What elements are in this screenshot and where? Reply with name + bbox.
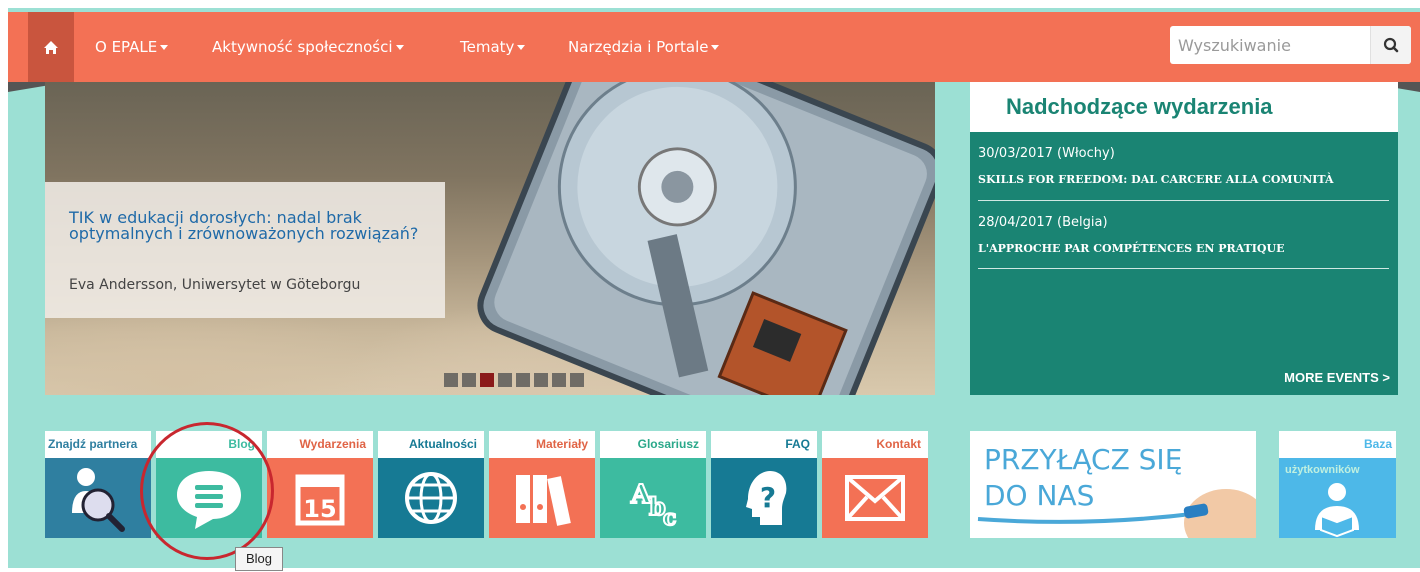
envelope-icon bbox=[845, 475, 905, 521]
tile-icon-bg bbox=[822, 458, 928, 538]
slider-dot[interactable] bbox=[444, 373, 458, 387]
hero-caption: TIK w edukacji dorosłych: nadal brak opt… bbox=[45, 182, 445, 318]
svg-text:c: c bbox=[663, 505, 676, 531]
home-icon bbox=[44, 40, 58, 54]
baza-label-line1: Baza bbox=[1363, 437, 1392, 451]
tile-label: Blog bbox=[156, 431, 262, 458]
tile-label: Kontakt bbox=[822, 431, 928, 458]
tile-aktualnosci[interactable]: Aktualności bbox=[378, 431, 484, 538]
slider-dot[interactable] bbox=[498, 373, 512, 387]
search-button[interactable] bbox=[1370, 26, 1411, 64]
nav-label: Tematy bbox=[460, 38, 515, 56]
tile-materialy[interactable]: Materiały bbox=[489, 431, 595, 538]
abc-icon: Abc bbox=[629, 479, 677, 532]
slider-dot[interactable] bbox=[534, 373, 548, 387]
upcoming-events-panel: Nadchodzące wydarzenia 30/03/2017 (Włoch… bbox=[970, 82, 1398, 395]
svg-text:15: 15 bbox=[303, 495, 336, 523]
event-link[interactable]: L'APPROCHE PAR COMPÉTENCES EN PRATIQUE bbox=[978, 242, 1284, 255]
nav-tematy[interactable]: Tematy bbox=[460, 12, 526, 82]
tile-glosariusz[interactable]: Glosariusz Abc bbox=[600, 431, 706, 538]
nav-o-epale[interactable]: O EPALE bbox=[95, 12, 169, 82]
tile-label: FAQ bbox=[711, 431, 817, 458]
event-link[interactable]: SKILLS FOR FREEDOM: DAL CARCERE ALLA COM… bbox=[978, 173, 1334, 186]
nav-label: Narzędzia i Portale bbox=[568, 38, 709, 56]
join-line1: PRZYŁĄCZ SIĘ bbox=[984, 443, 1182, 476]
nav-aktywnosc-spolecznosci[interactable]: Aktywność społeczności bbox=[212, 12, 404, 82]
tile-label: Znajdź partnera bbox=[45, 431, 151, 458]
join-us-banner[interactable]: PRZYŁĄCZ SIĘ DO NAS bbox=[970, 431, 1256, 538]
tile-label: Wydarzenia bbox=[267, 431, 373, 458]
caret-down-icon bbox=[160, 45, 169, 50]
nav-label: Aktywność społeczności bbox=[212, 38, 393, 56]
more-events-link[interactable]: MORE EVENTS > bbox=[1284, 370, 1390, 385]
hero-author: Eva Andersson, Uniwersytet w Göteborgu bbox=[69, 277, 361, 293]
hero-article-link[interactable]: TIK w edukacji dorosłych: nadal brak opt… bbox=[69, 210, 419, 242]
home-button[interactable] bbox=[28, 12, 74, 82]
slider-dots bbox=[444, 373, 584, 387]
user-database-tile[interactable]: Baza użytkowników bbox=[1279, 431, 1396, 538]
calendar-icon: 15 bbox=[295, 474, 345, 526]
search-box bbox=[1170, 26, 1411, 64]
tile-faq[interactable]: FAQ ? bbox=[711, 431, 817, 538]
caret-down-icon bbox=[517, 45, 526, 50]
tile-label: Glosariusz bbox=[600, 431, 706, 458]
tile-wydarzenia[interactable]: Wydarzenia 15 bbox=[267, 431, 373, 538]
hero-slider[interactable]: TIK w edukacji dorosłych: nadal brak opt… bbox=[45, 82, 935, 395]
tile-icon-bg: 15 bbox=[267, 458, 373, 538]
event-date: 28/04/2017 (Belgia) bbox=[978, 215, 1108, 230]
tile-icon-bg bbox=[45, 458, 151, 538]
events-title: Nadchodzące wydarzenia bbox=[1006, 94, 1273, 119]
reader-icon bbox=[1315, 483, 1359, 538]
nav-narzedzia-i-portale[interactable]: Narzędzia i Portale bbox=[568, 12, 720, 82]
tooltip: Blog bbox=[235, 547, 283, 571]
divider bbox=[978, 200, 1389, 201]
join-line2: DO NAS bbox=[984, 479, 1094, 512]
chat-bubble-icon bbox=[177, 471, 241, 529]
tile-label: Aktualności bbox=[378, 431, 484, 458]
slider-dot[interactable] bbox=[462, 373, 476, 387]
tile-kontakt[interactable]: Kontakt bbox=[822, 431, 928, 538]
tile-icon-bg: ? bbox=[711, 458, 817, 538]
tile-label: Materiały bbox=[489, 431, 595, 458]
events-header: Nadchodzące wydarzenia bbox=[970, 82, 1398, 132]
slider-dot[interactable] bbox=[516, 373, 530, 387]
tile-icon-bg: użytkowników bbox=[1279, 458, 1396, 538]
slider-dot[interactable] bbox=[570, 373, 584, 387]
binders-icon bbox=[516, 475, 571, 526]
tile-icon-bg: Abc bbox=[600, 458, 706, 538]
globe-icon bbox=[405, 472, 457, 524]
nav-label: O EPALE bbox=[95, 38, 158, 56]
find-partner-icon bbox=[72, 468, 125, 532]
tile-znajdz-partnera[interactable]: Znajdź partnera bbox=[45, 431, 151, 538]
slider-dot[interactable] bbox=[480, 373, 494, 387]
question-head-icon: ? bbox=[746, 471, 787, 525]
caret-down-icon bbox=[711, 45, 720, 50]
slider-dot[interactable] bbox=[552, 373, 566, 387]
divider bbox=[978, 268, 1389, 269]
tile-icon-bg bbox=[489, 458, 595, 538]
tile-icon-bg bbox=[378, 458, 484, 538]
search-icon bbox=[1383, 37, 1399, 53]
join-us-graphic: PRZYŁĄCZ SIĘ DO NAS bbox=[977, 443, 1256, 538]
event-date: 30/03/2017 (Włochy) bbox=[978, 146, 1115, 161]
svg-text:?: ? bbox=[760, 481, 776, 514]
main-navbar: O EPALE Aktywność społeczności Tematy Na… bbox=[8, 12, 1420, 82]
tile-blog[interactable]: Blog bbox=[156, 431, 262, 538]
search-input[interactable] bbox=[1170, 26, 1376, 64]
tile-icon-bg bbox=[156, 458, 262, 538]
caret-down-icon bbox=[395, 45, 404, 50]
